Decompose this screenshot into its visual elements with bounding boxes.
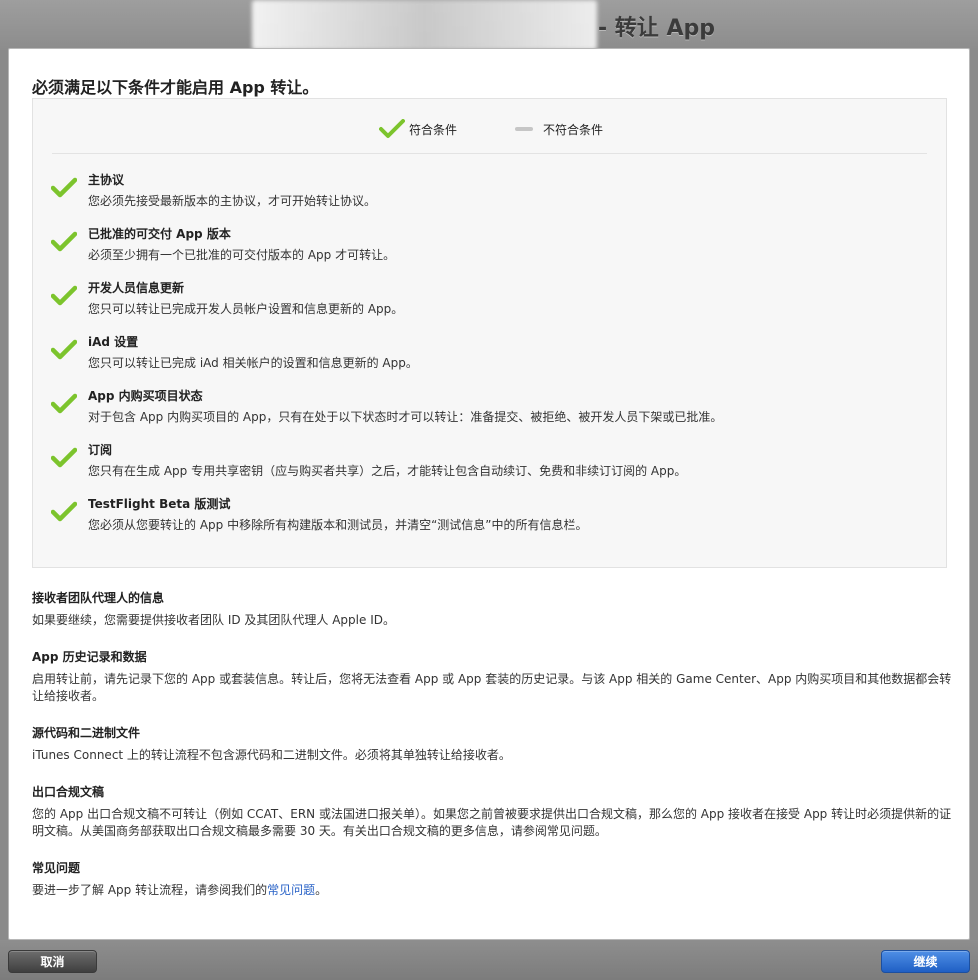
cancel-button[interactable]: 取消 bbox=[8, 950, 97, 973]
dash-icon bbox=[515, 127, 534, 131]
blurred-app-name bbox=[252, 0, 597, 50]
condition-desc: 您只可以转让已完成开发人员帐户设置和信息更新的 App。 bbox=[88, 302, 404, 316]
check-icon bbox=[51, 501, 77, 522]
conditions-box: 符合条件 不符合条件 主协议 您必须先接受最新版本的主协议，才可开始转让协议。 … bbox=[32, 98, 947, 568]
check-icon bbox=[51, 231, 77, 252]
info-faq: 常见问题 要进一步了解 App 转让流程，请参阅我们的常见问题。 bbox=[32, 859, 952, 899]
conditions-list: 主协议 您必须先接受最新版本的主协议，才可开始转让协议。 已批准的可交付 App… bbox=[33, 171, 946, 549]
legend: 符合条件 不符合条件 bbox=[379, 119, 603, 139]
condition-item: TestFlight Beta 版测试 您必须从您要转让的 App 中移除所有构… bbox=[33, 495, 946, 549]
continue-button[interactable]: 继续 bbox=[881, 950, 970, 973]
page-headline: 必须满足以下条件才能启用 App 转让。 bbox=[32, 78, 319, 97]
window-header: - 转让 App bbox=[0, 0, 978, 50]
info-desc: 如果要继续，您需要提供接收者团队 ID 及其团队代理人 Apple ID。 bbox=[32, 613, 395, 627]
condition-title: 开发人员信息更新 bbox=[88, 281, 185, 295]
condition-desc: 您必须先接受最新版本的主协议，才可开始转让协议。 bbox=[88, 194, 377, 208]
check-icon bbox=[51, 339, 77, 360]
condition-desc: 对于包含 App 内购买项目的 App，只有在处于以下状态时才可以转让：准备提交… bbox=[88, 410, 723, 424]
info-desc: 要进一步了解 App 转让流程，请参阅我们的常见问题。 bbox=[32, 882, 952, 899]
info-title: 常见问题 bbox=[32, 861, 81, 875]
legend-unmet: 不符合条件 bbox=[515, 121, 603, 138]
condition-item: 开发人员信息更新 您只可以转让已完成开发人员帐户设置和信息更新的 App。 bbox=[33, 279, 946, 333]
condition-title: 主协议 bbox=[88, 173, 125, 187]
check-icon bbox=[51, 447, 77, 468]
divider bbox=[52, 153, 927, 154]
condition-item: iAd 设置 您只可以转让已完成 iAd 相关帐户的设置和信息更新的 App。 bbox=[33, 333, 946, 387]
condition-desc: 您必须从您要转让的 App 中移除所有构建版本和测试员，并清空“测试信息”中的所… bbox=[88, 518, 588, 532]
info-title: App 历史记录和数据 bbox=[32, 650, 147, 664]
faq-link[interactable]: 常见问题 bbox=[267, 883, 315, 897]
condition-title: TestFlight Beta 版测试 bbox=[88, 497, 231, 511]
transfer-panel: 必须满足以下条件才能启用 App 转让。 符合条件 不符合条件 主协议 您必须先 bbox=[8, 48, 970, 940]
condition-item: 已批准的可交付 App 版本 必须至少拥有一个已批准的可交付版本的 App 才可… bbox=[33, 225, 946, 279]
info-desc: iTunes Connect 上的转让流程不包含源代码和二进制文件。必须将其单独… bbox=[32, 748, 511, 762]
condition-item: 主协议 您必须先接受最新版本的主协议，才可开始转让协议。 bbox=[33, 171, 946, 225]
footer-bar: 取消 继续 bbox=[0, 940, 978, 980]
legend-met-label: 符合条件 bbox=[409, 122, 458, 137]
info-title: 接收者团队代理人的信息 bbox=[32, 591, 165, 605]
info-desc: 启用转让前，请先记录下您的 App 或套装信息。转让后，您将无法查看 App 或… bbox=[32, 672, 952, 703]
info-desc: 您的 App 出口合规文稿不可转让（例如 CCAT、ERN 或法国进口报关单）。… bbox=[32, 807, 952, 838]
info-recipient: 接收者团队代理人的信息 如果要继续，您需要提供接收者团队 ID 及其团队代理人 … bbox=[32, 589, 952, 629]
info-history: App 历史记录和数据 启用转让前，请先记录下您的 App 或套装信息。转让后，… bbox=[32, 648, 952, 705]
check-icon bbox=[51, 393, 77, 414]
check-icon bbox=[51, 285, 77, 306]
faq-prefix: 要进一步了解 App 转让流程，请参阅我们的 bbox=[32, 883, 268, 897]
info-source: 源代码和二进制文件 iTunes Connect 上的转让流程不包含源代码和二进… bbox=[32, 724, 952, 764]
legend-unmet-label: 不符合条件 bbox=[543, 122, 604, 137]
info-title: 源代码和二进制文件 bbox=[32, 726, 141, 740]
condition-item: 订阅 您只有在生成 App 专用共享密钥（应与购买者共享）之后，才能转让包含自动… bbox=[33, 441, 946, 495]
check-icon bbox=[51, 177, 77, 198]
info-export: 出口合规文稿 您的 App 出口合规文稿不可转让（例如 CCAT、ERN 或法国… bbox=[32, 783, 952, 840]
check-icon bbox=[379, 119, 405, 138]
condition-desc: 必须至少拥有一个已批准的可交付版本的 App 才可转让。 bbox=[88, 248, 396, 262]
condition-title: iAd 设置 bbox=[88, 335, 139, 349]
condition-desc: 您只有在生成 App 专用共享密钥（应与购买者共享）之后，才能转让包含自动续订、… bbox=[88, 464, 687, 478]
info-title: 出口合规文稿 bbox=[32, 785, 105, 799]
condition-title: 订阅 bbox=[88, 443, 113, 457]
legend-met: 符合条件 bbox=[379, 119, 457, 139]
condition-item: App 内购买项目状态 对于包含 App 内购买项目的 App，只有在处于以下状… bbox=[33, 387, 946, 441]
faq-suffix: 。 bbox=[315, 883, 328, 897]
condition-title: 已批准的可交付 App 版本 bbox=[88, 227, 231, 241]
condition-desc: 您只可以转让已完成 iAd 相关帐户的设置和信息更新的 App。 bbox=[88, 356, 418, 370]
window-title: - 转让 App bbox=[598, 16, 715, 41]
condition-title: App 内购买项目状态 bbox=[88, 389, 203, 403]
